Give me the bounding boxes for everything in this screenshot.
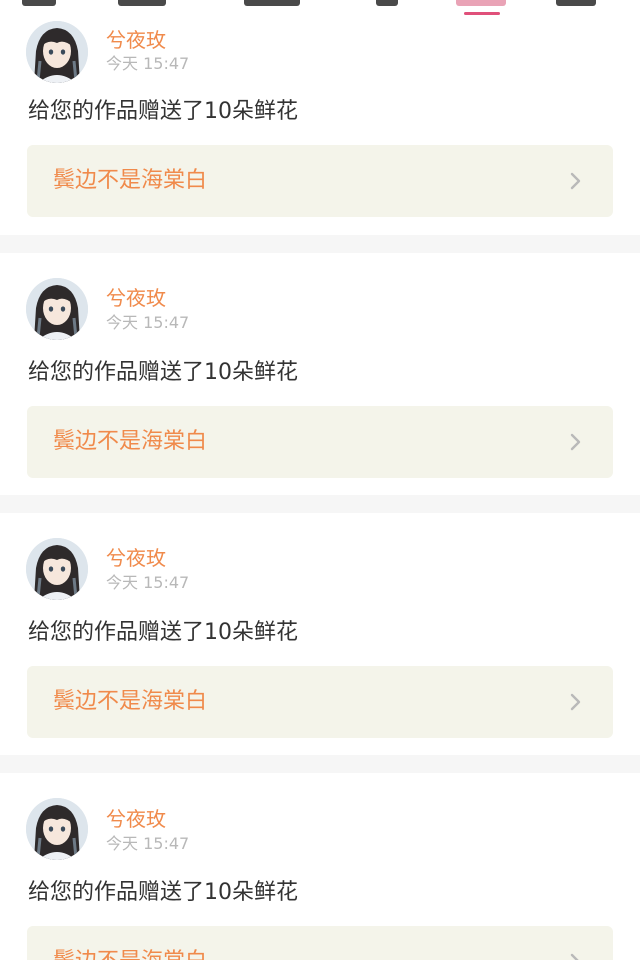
gift-message: 给您的作品赠送了10朵鲜花	[28, 99, 298, 124]
user-name[interactable]: 兮夜玫	[106, 28, 166, 52]
work-link-button[interactable]: 鬓边不是海棠白	[27, 926, 613, 960]
notification-card: 兮夜玫 今天 15:47 给您的作品赠送了10朵鲜花 鬓边不是海棠白	[0, 773, 640, 960]
gift-message: 给您的作品赠送了10朵鲜花	[28, 880, 298, 905]
work-link-button[interactable]: 鬓边不是海棠白	[27, 406, 613, 478]
notification-card: 兮夜玫 今天 15:47 给您的作品赠送了10朵鲜花 鬓边不是海棠白	[0, 513, 640, 755]
tab-cropped-4[interactable]	[376, 0, 398, 6]
chevron-right-icon	[570, 693, 581, 711]
notification-card: 兮夜玫 今天 15:47 给您的作品赠送了10朵鲜花 鬓边不是海棠白	[0, 18, 640, 235]
timestamp: 今天 15:47	[106, 834, 190, 853]
tab-cropped-active[interactable]	[456, 0, 506, 6]
chevron-right-icon	[570, 953, 579, 960]
chevron-right-icon	[570, 172, 581, 190]
gift-message: 给您的作品赠送了10朵鲜花	[28, 360, 298, 385]
work-link-button[interactable]: 鬓边不是海棠白	[27, 666, 613, 738]
work-title: 鬓边不是海棠白	[53, 168, 208, 193]
user-name[interactable]: 兮夜玫	[106, 286, 166, 310]
timestamp: 今天 15:47	[106, 313, 190, 332]
user-avatar[interactable]	[26, 278, 88, 340]
user-avatar[interactable]	[26, 538, 88, 600]
top-tab-bar	[0, 0, 640, 18]
user-avatar[interactable]	[26, 798, 88, 860]
timestamp: 今天 15:47	[106, 54, 190, 73]
tab-cropped-6[interactable]	[556, 0, 596, 6]
work-title: 鬓边不是海棠白	[53, 429, 208, 454]
work-title: 鬓边不是海棠白	[53, 689, 208, 714]
notification-card: 兮夜玫 今天 15:47 给您的作品赠送了10朵鲜花 鬓边不是海棠白	[0, 253, 640, 495]
active-tab-indicator	[464, 12, 500, 15]
tab-cropped-1[interactable]	[22, 0, 56, 6]
tab-cropped-3[interactable]	[244, 0, 300, 6]
tab-cropped-2[interactable]	[118, 0, 166, 6]
gift-message: 给您的作品赠送了10朵鲜花	[28, 620, 298, 645]
user-name[interactable]: 兮夜玫	[106, 546, 166, 570]
work-link-button[interactable]: 鬓边不是海棠白	[27, 145, 613, 217]
user-name[interactable]: 兮夜玫	[106, 807, 166, 831]
work-title: 鬓边不是海棠白	[53, 948, 207, 960]
timestamp: 今天 15:47	[106, 573, 190, 592]
user-avatar[interactable]	[26, 21, 88, 83]
chevron-right-icon	[570, 433, 581, 451]
